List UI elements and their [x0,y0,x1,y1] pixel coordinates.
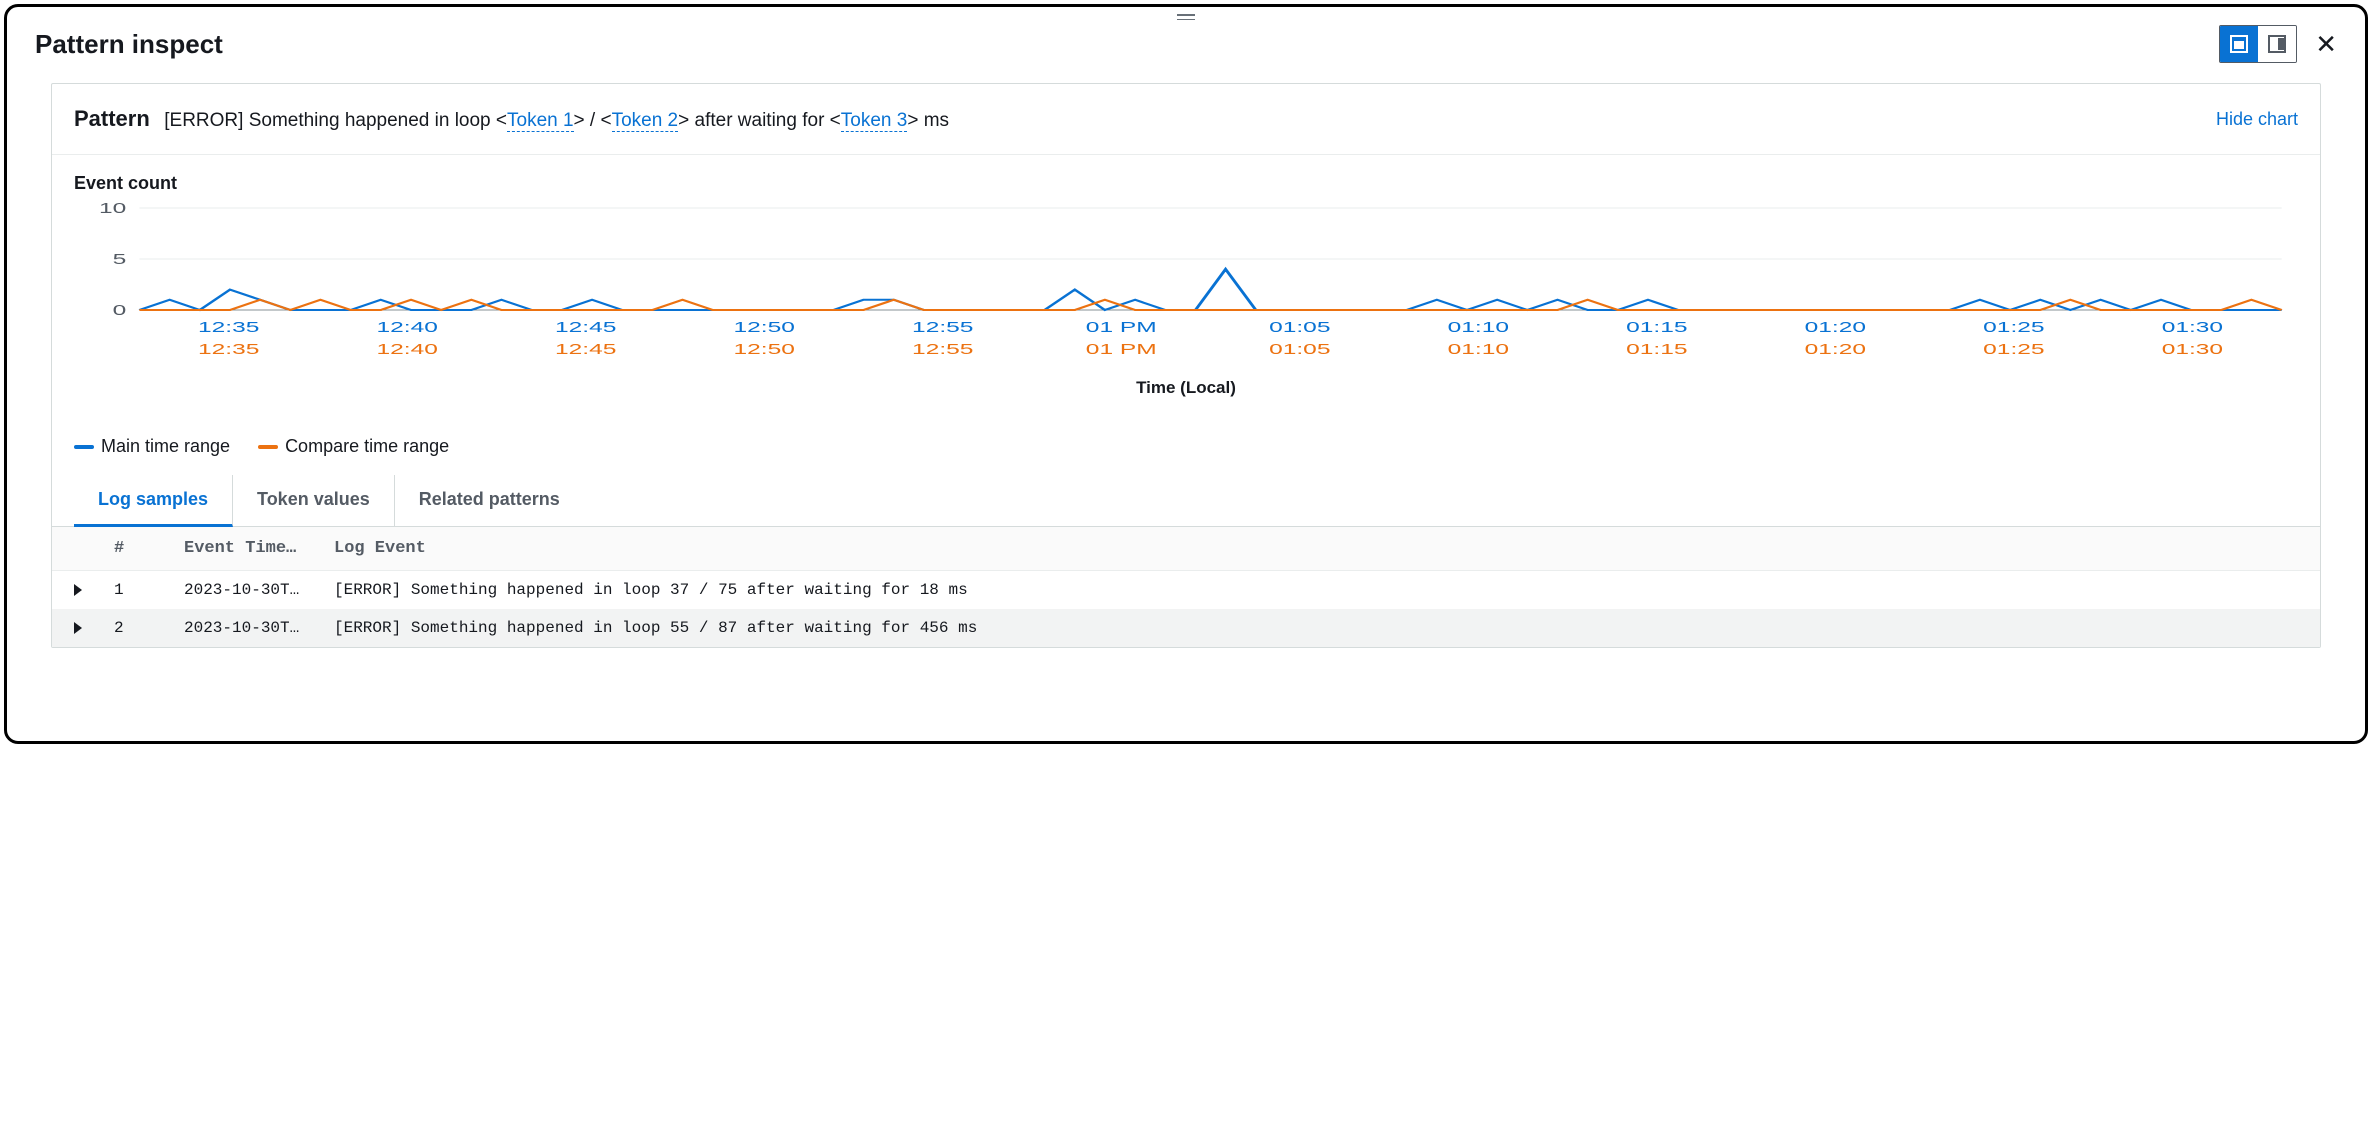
pattern-line: Pattern [ERROR] Something happened in lo… [74,106,949,132]
svg-text:01 PM: 01 PM [1086,341,1157,357]
svg-text:12:35: 12:35 [198,319,259,335]
legend-label-compare: Compare time range [285,436,449,457]
legend-swatch-compare [258,445,278,449]
svg-text:01:10: 01:10 [1448,319,1509,335]
view-split-button[interactable] [2258,26,2296,62]
tab-token-values[interactable]: Token values [233,475,395,526]
svg-text:01:15: 01:15 [1626,341,1687,357]
legend-swatch-main [74,445,94,449]
token-2[interactable]: Token 2 [612,110,679,132]
pattern-text: [ERROR] Something happened in loop <Toke… [164,110,949,132]
table-header: # Event Time… Log Event [52,527,2320,571]
svg-text:12:45: 12:45 [555,341,616,357]
hide-chart-link[interactable]: Hide chart [2216,109,2298,130]
svg-text:5: 5 [113,251,127,267]
svg-text:0: 0 [113,302,127,318]
svg-text:01:30: 01:30 [2162,341,2223,357]
svg-text:01:20: 01:20 [1805,319,1866,335]
legend-label-main: Main time range [101,436,230,457]
view-toggle [2219,25,2297,63]
legend-compare: Compare time range [258,436,449,457]
row-event: [ERROR] Something happened in loop 37 / … [334,581,2298,599]
chart-legend: Main time range Compare time range [52,408,2320,475]
svg-text:12:35: 12:35 [198,341,259,357]
svg-text:12:55: 12:55 [912,341,973,357]
svg-text:01:25: 01:25 [1983,319,2044,335]
row-event: [ERROR] Something happened in loop 55 / … [334,619,2298,637]
svg-text:12:50: 12:50 [734,341,795,357]
close-icon[interactable]: ✕ [2315,31,2337,57]
expand-icon[interactable] [74,622,82,634]
pattern-label: Pattern [74,106,150,131]
header-controls: ✕ [2219,25,2337,63]
pattern-panel-header: Pattern [ERROR] Something happened in lo… [52,84,2320,155]
table-row: 2 2023-10-30T… [ERROR] Something happene… [52,609,2320,647]
table-row: 1 2023-10-30T… [ERROR] Something happene… [52,571,2320,609]
view-full-button[interactable] [2220,26,2258,62]
chart-area: Event count 0 5 10 12:35 12:35 12:40 12:40 12:4… [52,155,2320,408]
svg-text:01:15: 01:15 [1626,319,1687,335]
drag-handle-icon[interactable] [1177,14,1195,20]
svg-text:01:20: 01:20 [1805,341,1866,357]
page-title: Pattern inspect [35,29,223,60]
svg-text:12:50: 12:50 [734,319,795,335]
svg-text:01:30: 01:30 [2162,319,2223,335]
pattern-panel: Pattern [ERROR] Something happened in lo… [51,83,2321,648]
row-idx: 1 [114,581,184,599]
legend-main: Main time range [74,436,230,457]
token-3[interactable]: Token 3 [841,110,908,132]
svg-text:12:45: 12:45 [555,319,616,335]
svg-text:12:40: 12:40 [377,319,438,335]
chart-title: Event count [74,173,2298,194]
col-time: Event Time… [184,539,334,558]
row-time: 2023-10-30T… [184,619,334,637]
svg-text:01:25: 01:25 [1983,341,2044,357]
svg-text:12:40: 12:40 [377,341,438,357]
col-idx: # [114,539,184,558]
svg-text:01 PM: 01 PM [1086,319,1157,335]
col-event: Log Event [334,539,2298,558]
svg-text:01:05: 01:05 [1269,341,1330,357]
expand-icon[interactable] [74,584,82,596]
svg-text:01:10: 01:10 [1448,341,1509,357]
tab-log-samples[interactable]: Log samples [74,475,233,527]
svg-text:12:55: 12:55 [912,319,973,335]
chart-canvas: 0 5 10 12:35 12:35 12:40 12:40 12:45 12:45 12:50 1… [74,202,2298,372]
pattern-inspect-window: Pattern inspect ✕ Pattern [ERROR] Someth… [4,4,2368,744]
row-time: 2023-10-30T… [184,581,334,599]
xaxis-title: Time (Local) [74,378,2298,398]
tabs: Log samples Token values Related pattern… [52,475,2320,527]
svg-text:01:05: 01:05 [1269,319,1330,335]
row-idx: 2 [114,619,184,637]
tab-related-patterns[interactable]: Related patterns [395,475,584,526]
svg-text:10: 10 [99,202,126,217]
token-1[interactable]: Token 1 [507,110,574,132]
